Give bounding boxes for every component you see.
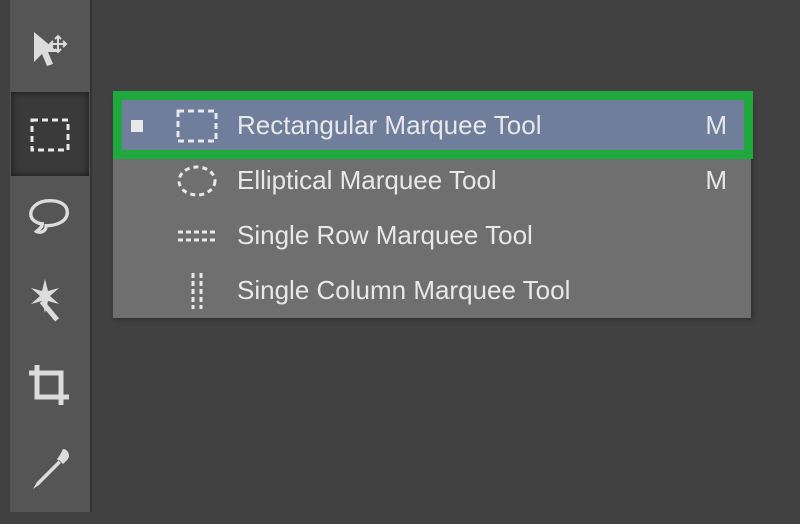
marquee-flyout-menu: Rectangular Marquee Tool M Elliptical Ma…	[113, 98, 751, 318]
flyout-item-label: Single Row Marquee Tool	[237, 220, 727, 251]
flyout-single-row-marquee[interactable]: Single Row Marquee Tool	[113, 208, 751, 263]
flyout-item-label: Single Column Marquee Tool	[237, 275, 727, 306]
toolbar-lasso-tool[interactable]	[11, 176, 89, 260]
marquee-tool-icon	[25, 109, 75, 159]
crop-tool-icon	[25, 361, 75, 411]
toolbar-marquee-tool[interactable]	[11, 92, 89, 176]
flyout-single-column-marquee[interactable]: Single Column Marquee Tool	[113, 263, 751, 318]
lasso-tool-icon	[25, 193, 75, 243]
toolbar-magic-wand-tool[interactable]	[11, 260, 89, 344]
toolbar-move-tool[interactable]	[11, 8, 89, 92]
flyout-elliptical-marquee[interactable]: Elliptical Marquee Tool M	[113, 153, 751, 208]
active-indicator-icon	[131, 120, 143, 132]
flyout-item-label: Elliptical Marquee Tool	[237, 165, 705, 196]
row-marquee-icon	[173, 216, 221, 256]
move-tool-icon	[25, 25, 75, 75]
toolbar-crop-tool[interactable]	[11, 344, 89, 428]
toolbar	[10, 0, 92, 512]
flyout-item-shortcut: M	[705, 110, 727, 141]
flyout-rectangular-marquee[interactable]: Rectangular Marquee Tool M	[113, 98, 751, 153]
flyout-item-shortcut: M	[705, 165, 727, 196]
workspace: Rectangular Marquee Tool M Elliptical Ma…	[0, 0, 800, 524]
ellipse-marquee-icon	[173, 161, 221, 201]
flyout-item-label: Rectangular Marquee Tool	[237, 110, 705, 141]
toolbar-eyedropper-tool[interactable]	[11, 428, 89, 512]
rect-marquee-icon	[173, 106, 221, 146]
column-marquee-icon	[173, 271, 221, 311]
magic-wand-tool-icon	[25, 277, 75, 327]
eyedropper-tool-icon	[25, 445, 75, 495]
